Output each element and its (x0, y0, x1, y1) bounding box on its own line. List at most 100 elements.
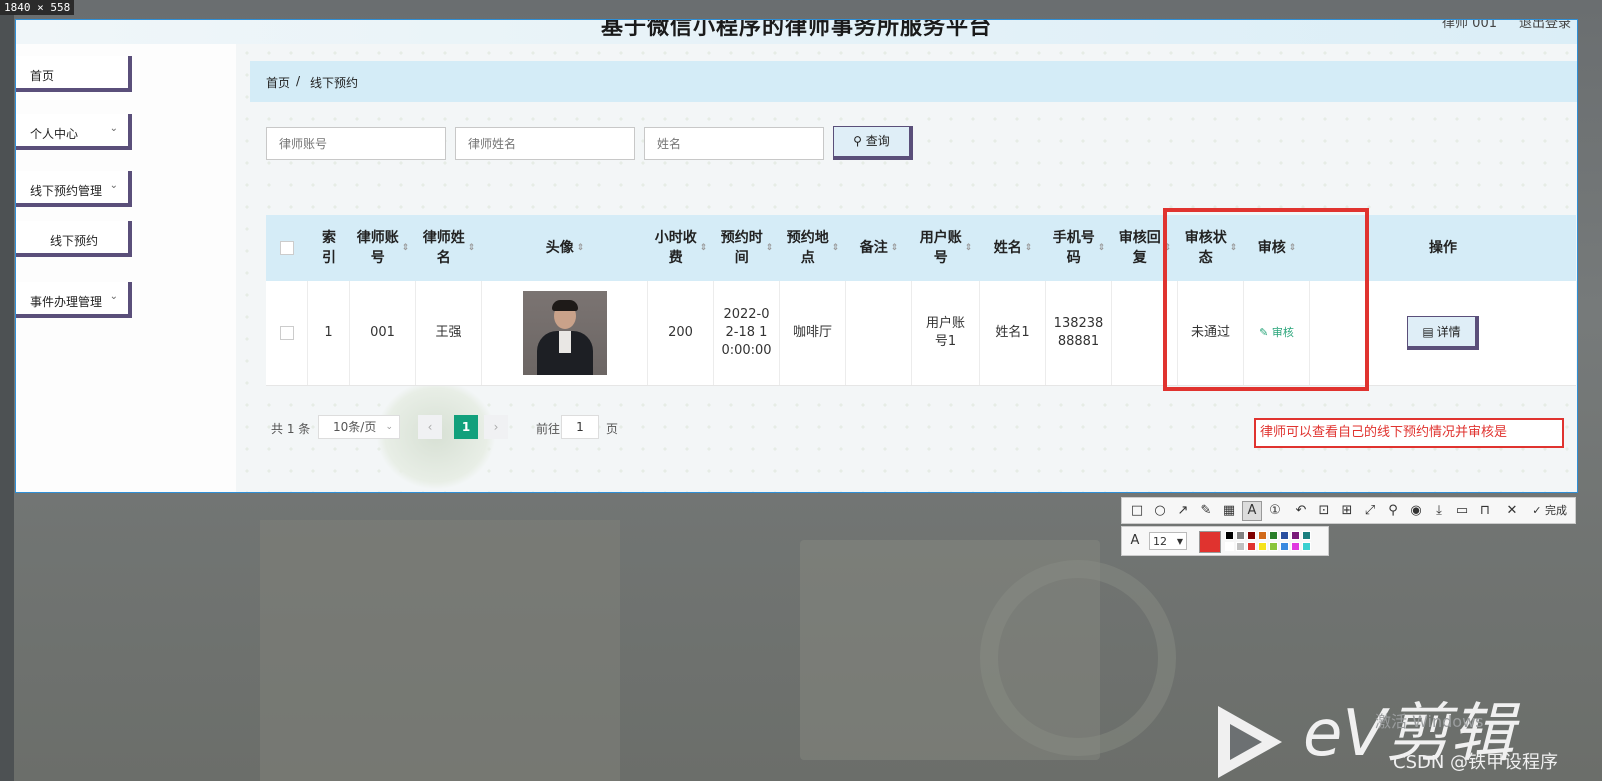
current-color-swatch[interactable] (1199, 531, 1221, 553)
column-lawyer-account[interactable]: 律师账号 ⇕ (350, 215, 416, 281)
sidebar-item-offline-appointment[interactable]: 线下预约 (16, 221, 132, 257)
text-style-toolbar: A 12 ▼ (1121, 526, 1329, 556)
column-label: 备注 (859, 240, 888, 256)
column-label: 头像 (545, 240, 574, 256)
app-title: 基于微信小程序的律师事务所服务平台 (600, 19, 992, 40)
download-icon[interactable]: ⤓ (1430, 502, 1448, 520)
translate-icon[interactable]: ⊞ (1338, 502, 1356, 520)
color-swatch[interactable] (1247, 542, 1256, 551)
column-name[interactable]: 姓名 ⇕ (980, 215, 1046, 281)
csdn-watermark: CSDN @铁甲设程序 (1393, 752, 1559, 773)
column-label: 用户账号 (919, 230, 962, 266)
column-label: 预约时间 (720, 230, 763, 266)
page-number-current[interactable]: 1 (454, 415, 478, 439)
sidebar-item-label: 线下预约管理 (30, 184, 103, 198)
breadcrumb-separator: / (296, 74, 301, 88)
sidebar-item-offline-appointment-management[interactable]: 线下预约管理 ⌄ (16, 171, 132, 207)
logout-link[interactable]: 退出登录 (1519, 20, 1571, 31)
bookmark-icon[interactable]: ⊓ (1476, 502, 1494, 520)
column-remark[interactable]: 备注 ⇕ (846, 215, 912, 281)
color-swatch[interactable] (1258, 542, 1267, 551)
column-lawyer-name[interactable]: 律师姓名 ⇕ (416, 215, 482, 281)
column-hourly-fee[interactable]: 小时收费 ⇕ (648, 215, 714, 281)
lawyer-name-input[interactable] (455, 127, 635, 160)
color-swatch[interactable] (1291, 531, 1300, 540)
sidebar-item-case-management[interactable]: 事件办理管理 ⌄ (16, 282, 132, 318)
document-icon: ▤ (1422, 324, 1434, 339)
goto-label: 前往 (536, 422, 561, 436)
goto-page-input[interactable]: 1 (561, 415, 599, 439)
rectangle-tool-icon[interactable]: □ (1128, 502, 1146, 520)
column-label: 律师账号 (356, 230, 399, 266)
column-label: 预约地点 (786, 230, 829, 266)
page-size-value: 10条/页 (333, 420, 377, 434)
column-appointment-time[interactable]: 预约时间 ⇕ (714, 215, 780, 281)
column-label: 索引 (322, 230, 336, 266)
color-swatch[interactable] (1269, 531, 1278, 540)
arrow-tool-icon[interactable]: ↗ (1174, 502, 1192, 520)
search-button[interactable]: ⚲ 查询 (833, 126, 913, 160)
sort-icon: ⇕ (1097, 243, 1106, 253)
annotation-text-box[interactable]: 律师可以查看自己的线下预约情况并审核是 (1254, 418, 1564, 448)
sidebar-item-home[interactable]: 首页 (16, 56, 132, 92)
sort-icon: ⇕ (467, 243, 476, 253)
background-circle (980, 560, 1176, 756)
number-tool-icon[interactable]: ① (1266, 502, 1284, 520)
sort-icon: ⇕ (699, 243, 708, 253)
row-checkbox[interactable] (266, 281, 308, 385)
color-swatch[interactable] (1302, 531, 1311, 540)
column-phone[interactable]: 手机号码 ⇕ (1046, 215, 1112, 281)
text-tool-icon[interactable]: A (1242, 501, 1262, 521)
ellipse-tool-icon[interactable]: ○ (1151, 502, 1169, 520)
ocr-icon[interactable]: ⊡ (1315, 502, 1333, 520)
pen-tool-icon[interactable]: ✎ (1197, 502, 1215, 520)
column-index[interactable]: 索引 (308, 215, 350, 281)
sort-icon: ⇕ (576, 243, 585, 253)
color-swatch[interactable] (1280, 542, 1289, 551)
color-swatch[interactable] (1291, 542, 1300, 551)
font-size-select[interactable]: 12 ▼ (1149, 532, 1187, 550)
page-size-select[interactable]: 10条/页 ⌄ (318, 415, 400, 439)
column-avatar[interactable]: 头像 ⇕ (482, 215, 648, 281)
prev-page-button[interactable]: ‹ (418, 415, 442, 439)
column-label: 姓名 (993, 240, 1022, 256)
color-swatch[interactable] (1258, 531, 1267, 540)
cell-name: 姓名1 (980, 281, 1046, 385)
cell-phone: 13823888881 (1046, 281, 1112, 385)
long-screenshot-icon[interactable]: ⤢ (1361, 502, 1379, 520)
breadcrumb-home[interactable]: 首页 (266, 74, 290, 91)
mosaic-tool-icon[interactable]: ▦ (1220, 502, 1238, 520)
name-input[interactable] (644, 127, 824, 160)
close-icon[interactable]: ✕ (1503, 502, 1521, 520)
pin-icon[interactable]: ⚲ (1384, 502, 1402, 520)
cell-lawyer-account: 001 (350, 281, 416, 385)
chevron-left-icon: ‹ (427, 420, 433, 434)
record-icon[interactable]: ◉ (1407, 502, 1425, 520)
undo-icon[interactable]: ↶ (1292, 502, 1310, 520)
clipboard-icon[interactable]: ▭ (1453, 502, 1471, 520)
color-swatch[interactable] (1236, 542, 1245, 551)
color-swatch[interactable] (1225, 542, 1234, 551)
done-button[interactable]: ✓ 完成 (1532, 502, 1567, 518)
column-user-account[interactable]: 用户账号 ⇕ (912, 215, 980, 281)
highlight-rectangle (1163, 208, 1369, 391)
ev-play-logo-inner (1230, 724, 1262, 760)
detail-button[interactable]: ▤ 详情 (1407, 316, 1479, 350)
color-swatch[interactable] (1236, 531, 1245, 540)
sidebar-item-personal-center[interactable]: 个人中心 ⌄ (16, 114, 132, 150)
column-label: 审核回复 (1118, 230, 1161, 266)
avatar[interactable] (522, 291, 607, 375)
column-location[interactable]: 预约地点 ⇕ (780, 215, 846, 281)
next-page-button[interactable]: › (484, 415, 508, 439)
color-swatch[interactable] (1225, 531, 1234, 540)
select-all-checkbox[interactable] (266, 215, 308, 281)
color-swatch[interactable] (1269, 542, 1278, 551)
detail-button-label: 详情 (1436, 324, 1461, 339)
color-swatch[interactable] (1302, 542, 1311, 551)
color-swatch[interactable] (1247, 531, 1256, 540)
color-swatch[interactable] (1280, 531, 1289, 540)
column-label: 手机号码 (1052, 230, 1095, 266)
annotation-text: 律师可以查看自己的线下预约情况并审核是 (1260, 425, 1508, 440)
cell-lawyer-name: 王强 (416, 281, 482, 385)
lawyer-account-input[interactable] (266, 127, 446, 160)
